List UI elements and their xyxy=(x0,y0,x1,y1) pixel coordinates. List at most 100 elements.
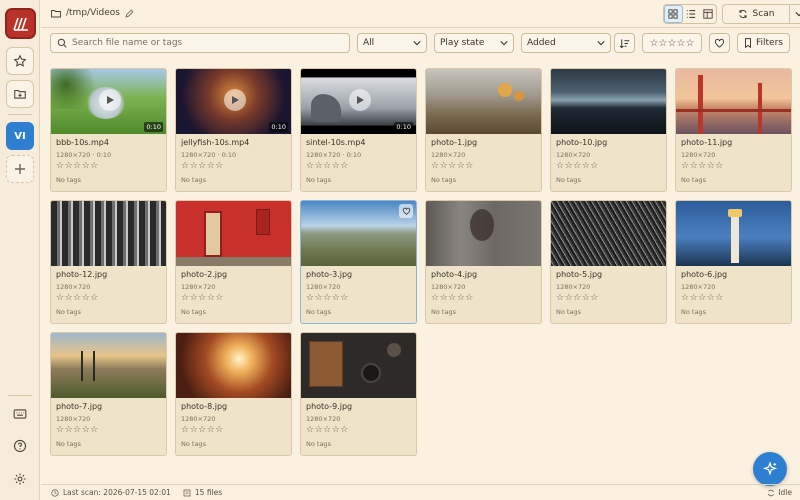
thumbnail xyxy=(426,201,541,266)
status-bar: Last scan: 2026-07-15 02:01 15 files Idl… xyxy=(41,484,800,500)
grid-view-button[interactable] xyxy=(664,5,683,23)
media-card[interactable]: 0:10 jellyfish-10s.mp4 1280×720 · 0:10 ☆… xyxy=(175,68,292,192)
tags-label: No tags xyxy=(306,176,331,184)
folder-open-icon xyxy=(14,89,26,99)
rating-stars[interactable]: ☆☆☆☆☆ xyxy=(431,161,536,174)
media-card[interactable]: photo-8.jpg 1280×720 ☆☆☆☆☆ No tags xyxy=(175,332,292,456)
file-name: photo-11.jpg xyxy=(681,138,733,147)
rating-stars[interactable]: ☆☆☆☆☆ xyxy=(181,161,286,174)
table-icon xyxy=(703,9,713,19)
rating-stars[interactable]: ☆☆☆☆☆ xyxy=(556,161,661,174)
file-dimensions: 1280×720 xyxy=(681,283,716,291)
app-logo[interactable] xyxy=(5,8,36,39)
file-name: photo-5.jpg xyxy=(556,270,603,279)
library-avatar-button[interactable]: VI xyxy=(6,122,34,150)
rating-stars[interactable]: ☆☆☆☆☆ xyxy=(431,293,536,306)
type-filter-select[interactable]: All xyxy=(357,33,427,53)
filters-button[interactable]: Filters xyxy=(737,33,790,53)
scan-state: Idle xyxy=(767,488,792,497)
media-card[interactable]: photo-5.jpg 1280×720 ☆☆☆☆☆ No tags xyxy=(550,200,667,324)
search-input[interactable] xyxy=(72,38,342,48)
media-card[interactable]: 0:10 sintel-10s.mp4 1280×720 · 0:10 ☆☆☆☆… xyxy=(300,68,417,192)
play-state-value: Play state xyxy=(440,38,485,48)
rating-stars[interactable]: ☆☆☆☆☆ xyxy=(681,293,786,306)
rating-stars[interactable]: ☆☆☆☆☆ xyxy=(681,161,786,174)
sort-direction-button[interactable] xyxy=(614,33,635,53)
file-dimensions: 1280×720 xyxy=(181,283,216,291)
favorite-toggle[interactable] xyxy=(399,204,413,218)
view-mode-toggle xyxy=(663,4,717,24)
scan-label: Scan xyxy=(752,9,775,19)
list-view-button[interactable] xyxy=(683,5,700,23)
rating-stars[interactable]: ☆☆☆☆☆ xyxy=(181,425,286,438)
bookmark-icon xyxy=(745,38,751,48)
scan-button[interactable]: Scan xyxy=(722,4,790,24)
rating-stars[interactable]: ☆☆☆☆☆ xyxy=(56,293,161,306)
file-name: photo-12.jpg xyxy=(56,270,108,279)
media-card[interactable]: photo-6.jpg 1280×720 ☆☆☆☆☆ No tags xyxy=(675,200,792,324)
tags-label: No tags xyxy=(681,176,706,184)
rating-stars[interactable]: ☆☆☆☆☆ xyxy=(56,161,161,174)
rating-stars[interactable]: ☆☆☆☆☆ xyxy=(306,293,411,306)
tags-label: No tags xyxy=(681,308,706,316)
media-card[interactable]: photo-2.jpg 1280×720 ☆☆☆☆☆ No tags xyxy=(175,200,292,324)
scan-options-dropdown[interactable] xyxy=(789,4,800,24)
rating-stars[interactable]: ☆☆☆☆☆ xyxy=(181,293,286,306)
favorite-filter-button[interactable] xyxy=(709,33,730,53)
filters-label: Filters xyxy=(756,38,783,48)
file-dimensions: 1280×720 xyxy=(431,151,466,159)
duration-badge: 0:10 xyxy=(394,122,413,132)
thumbnail: 0:10 xyxy=(301,69,416,134)
help-button[interactable] xyxy=(12,438,28,454)
scan-state-text: Idle xyxy=(778,488,792,497)
media-card[interactable]: photo-4.jpg 1280×720 ☆☆☆☆☆ No tags xyxy=(425,200,542,324)
media-card[interactable]: photo-10.jpg 1280×720 ☆☆☆☆☆ No tags xyxy=(550,68,667,192)
pencil-icon[interactable] xyxy=(125,9,134,18)
rating-stars[interactable]: ☆☆☆☆☆ xyxy=(306,161,411,174)
help-icon xyxy=(13,439,27,453)
file-name: photo-3.jpg xyxy=(306,270,353,279)
rating-stars[interactable]: ☆☆☆☆☆ xyxy=(556,293,661,306)
thumbnail xyxy=(676,69,791,134)
media-card[interactable]: photo-1.jpg 1280×720 ☆☆☆☆☆ No tags xyxy=(425,68,542,192)
file-dimensions: 1280×720 xyxy=(556,283,591,291)
settings-button[interactable] xyxy=(12,471,28,487)
sort-by-select[interactable]: Added xyxy=(521,33,611,53)
file-dimensions: 1280×720 · 0:10 xyxy=(181,151,237,159)
favorites-button[interactable] xyxy=(6,47,34,75)
play-icon xyxy=(224,89,246,111)
media-card[interactable]: photo-7.jpg 1280×720 ☆☆☆☆☆ No tags xyxy=(50,332,167,456)
add-library-button[interactable] xyxy=(6,155,34,183)
media-card[interactable]: photo-3.jpg 1280×720 ☆☆☆☆☆ No tags xyxy=(300,200,417,324)
refresh-icon xyxy=(738,9,747,19)
file-dimensions: 1280×720 xyxy=(181,415,216,423)
play-icon xyxy=(349,89,371,111)
last-scan-status: Last scan: 2026-07-15 02:01 xyxy=(51,488,171,497)
rating-filter[interactable]: ☆☆☆☆☆ xyxy=(642,33,702,53)
detail-view-button[interactable] xyxy=(699,5,716,23)
tags-label: No tags xyxy=(181,440,206,448)
media-card[interactable]: 0:10 bbb-10s.mp4 1280×720 · 0:10 ☆☆☆☆☆ N… xyxy=(50,68,167,192)
chevron-down-icon xyxy=(795,12,800,17)
grid-icon xyxy=(668,9,678,19)
file-name: photo-9.jpg xyxy=(306,402,353,411)
tags-label: No tags xyxy=(431,308,456,316)
folder-icon xyxy=(51,9,61,17)
clock-icon xyxy=(51,488,59,497)
thumbnail xyxy=(551,201,666,266)
rating-stars[interactable]: ☆☆☆☆☆ xyxy=(306,425,411,438)
file-name: jellyfish-10s.mp4 xyxy=(181,138,250,147)
thumbnail xyxy=(176,201,291,266)
play-icon xyxy=(99,89,121,111)
media-card[interactable]: photo-11.jpg 1280×720 ☆☆☆☆☆ No tags xyxy=(675,68,792,192)
tags-label: No tags xyxy=(181,308,206,316)
play-state-select[interactable]: Play state xyxy=(434,33,514,53)
open-folder-button[interactable] xyxy=(6,80,34,108)
ai-assistant-button[interactable] xyxy=(753,452,787,486)
keyboard-icon xyxy=(13,409,27,419)
rating-stars[interactable]: ☆☆☆☆☆ xyxy=(56,425,161,438)
media-grid: 0:10 bbb-10s.mp4 1280×720 · 0:10 ☆☆☆☆☆ N… xyxy=(50,68,792,456)
media-card[interactable]: photo-9.jpg 1280×720 ☆☆☆☆☆ No tags xyxy=(300,332,417,456)
keyboard-shortcuts-button[interactable] xyxy=(12,406,28,422)
media-card[interactable]: photo-12.jpg 1280×720 ☆☆☆☆☆ No tags xyxy=(50,200,167,324)
